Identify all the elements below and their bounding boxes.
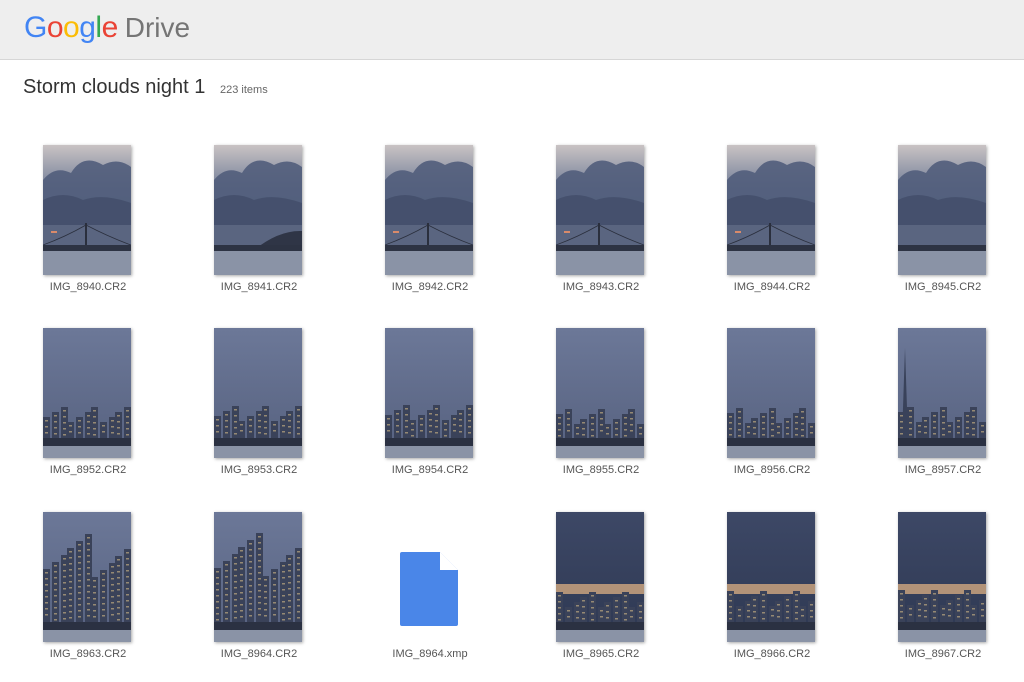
image-thumbnail[interactable] [214,145,302,275]
image-thumbnail[interactable] [898,145,986,275]
file-name[interactable]: IMG_8966.CR2 [702,648,842,660]
file-name[interactable]: IMG_8955.CR2 [531,464,671,476]
file-name[interactable]: IMG_8952.CR2 [18,464,158,476]
image-thumbnail[interactable] [43,145,131,275]
file-tile[interactable]: IMG_8945.CR2 [873,145,1013,315]
file-name[interactable]: IMG_8945.CR2 [873,281,1013,293]
image-thumbnail[interactable] [727,328,815,458]
file-name[interactable]: IMG_8942.CR2 [360,281,500,293]
file-tile[interactable]: IMG_8952.CR2 [18,328,158,498]
file-name[interactable]: IMG_8943.CR2 [531,281,671,293]
file-tile[interactable]: IMG_8941.CR2 [189,145,329,315]
file-name[interactable]: IMG_8940.CR2 [18,281,158,293]
file-name[interactable]: IMG_8953.CR2 [189,464,329,476]
document-file-icon [400,552,460,626]
file-name[interactable]: IMG_8965.CR2 [531,648,671,660]
file-tile[interactable]: IMG_8966.CR2 [702,512,842,682]
file-name[interactable]: IMG_8957.CR2 [873,464,1013,476]
file-name[interactable]: IMG_8941.CR2 [189,281,329,293]
image-thumbnail[interactable] [214,512,302,642]
file-tile[interactable]: IMG_8963.CR2 [18,512,158,682]
file-tile[interactable]: IMG_8943.CR2 [531,145,671,315]
image-thumbnail[interactable] [556,145,644,275]
file-tile[interactable]: IMG_8954.CR2 [360,328,500,498]
image-thumbnail[interactable] [727,512,815,642]
file-tile[interactable]: IMG_8955.CR2 [531,328,671,498]
file-tile[interactable]: IMG_8944.CR2 [702,145,842,315]
file-name[interactable]: IMG_8956.CR2 [702,464,842,476]
file-tile[interactable]: IMG_8967.CR2 [873,512,1013,682]
file-name[interactable]: IMG_8964.xmp [360,648,500,660]
file-tile[interactable]: IMG_8965.CR2 [531,512,671,682]
file-tile[interactable]: IMG_8953.CR2 [189,328,329,498]
file-tile[interactable]: IMG_8964.xmp [360,512,500,682]
image-thumbnail[interactable] [214,328,302,458]
file-tile[interactable]: IMG_8957.CR2 [873,328,1013,498]
file-name[interactable]: IMG_8964.CR2 [189,648,329,660]
file-name[interactable]: IMG_8963.CR2 [18,648,158,660]
file-grid: IMG_8940.CR2 IMG_8941.CR2 IMG_8942.CR2 IMG_… [0,0,1024,678]
image-thumbnail[interactable] [898,328,986,458]
image-thumbnail[interactable] [43,512,131,642]
file-name[interactable]: IMG_8967.CR2 [873,648,1013,660]
file-name[interactable]: IMG_8954.CR2 [360,464,500,476]
image-thumbnail[interactable] [43,328,131,458]
image-thumbnail[interactable] [727,145,815,275]
file-name[interactable]: IMG_8944.CR2 [702,281,842,293]
image-thumbnail[interactable] [385,328,473,458]
image-thumbnail[interactable] [385,145,473,275]
file-tile[interactable]: IMG_8942.CR2 [360,145,500,315]
file-tile[interactable]: IMG_8964.CR2 [189,512,329,682]
image-thumbnail[interactable] [898,512,986,642]
file-tile[interactable]: IMG_8956.CR2 [702,328,842,498]
image-thumbnail[interactable] [556,512,644,642]
file-tile[interactable]: IMG_8940.CR2 [18,145,158,315]
image-thumbnail[interactable] [556,328,644,458]
